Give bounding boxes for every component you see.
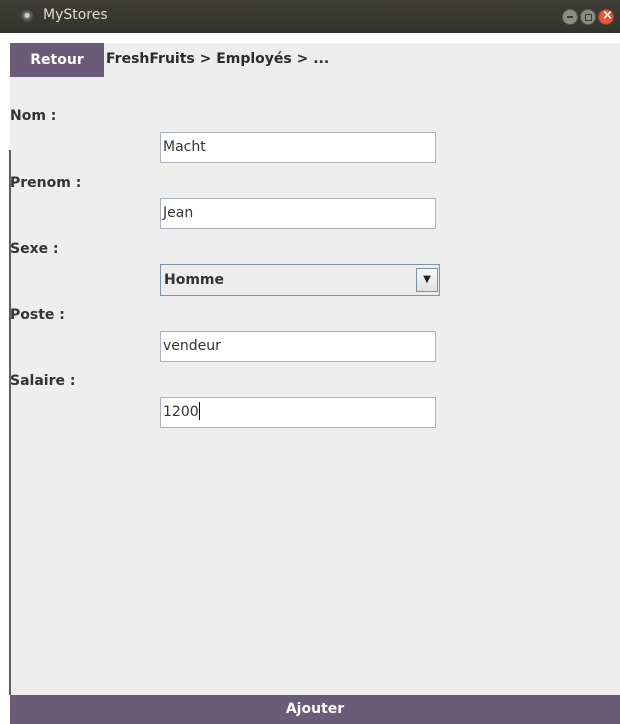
minimize-icon[interactable] [562,9,578,25]
text-caret [198,402,200,420]
window-title: MyStores [43,7,108,23]
poste-input[interactable]: vendeur [160,331,436,362]
salaire-label: Salaire : [10,373,76,389]
panel-left-edge [9,150,11,695]
prenom-input[interactable]: Jean [160,198,436,229]
nom-input[interactable]: Macht [160,132,436,163]
chevron-down-icon[interactable]: ▼ [416,268,438,292]
sexe-label: Sexe : [10,241,59,257]
back-button[interactable]: Retour [10,43,104,77]
prenom-input-value: Jean [163,205,194,221]
sexe-select[interactable]: Homme ▼ [160,264,440,296]
app-icon [21,10,33,22]
nom-input-value: Macht [163,139,206,155]
prenom-label: Prenom : [10,175,82,191]
add-button[interactable]: Ajouter [10,695,620,724]
breadcrumb: FreshFruits > Employés > ... [106,51,330,67]
sexe-selected-value: Homme [164,272,225,288]
title-bar[interactable]: MyStores [0,0,620,33]
nom-label: Nom : [10,108,57,124]
close-icon[interactable] [598,8,614,25]
salaire-input-value: 1200 [163,404,199,420]
app-window: MyStores Retour FreshFruits > Employés >… [0,0,620,724]
poste-label: Poste : [10,307,65,323]
poste-input-value: vendeur [163,338,221,354]
maximize-icon[interactable] [580,9,596,25]
salaire-input[interactable]: 1200 [160,397,436,428]
